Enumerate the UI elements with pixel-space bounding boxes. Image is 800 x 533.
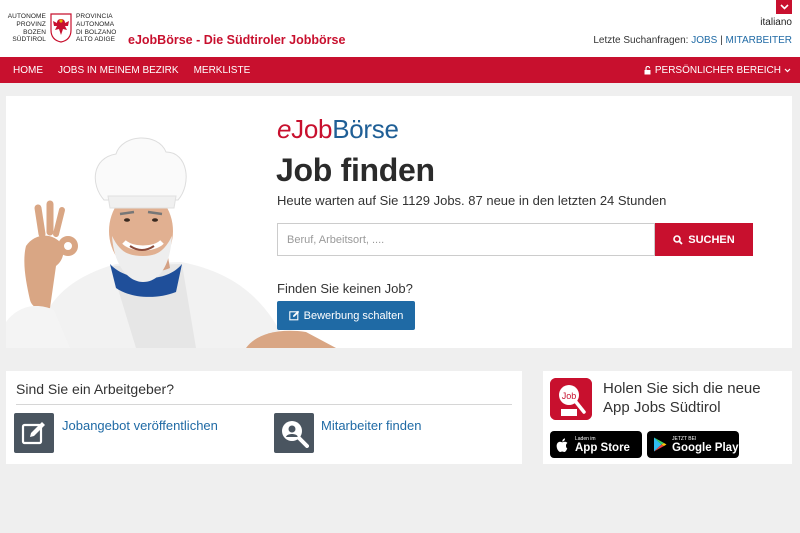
- app-icon-label: Job: [562, 391, 577, 401]
- jobs-count-subtitle: Heute warten auf Sie 1129 Jobs. 87 neue …: [277, 193, 667, 208]
- language-link[interactable]: italiano: [760, 17, 792, 28]
- publish-job-link[interactable]: Jobangebot veröffentlichen: [62, 418, 218, 433]
- logo-text-italian: PROVINCIA AUTONOMA DI BOLZANO ALTO ADIGE: [76, 13, 117, 44]
- chevron-down-icon: [784, 68, 791, 72]
- post-application-button[interactable]: Bewerbung schalten: [277, 301, 415, 330]
- search-button[interactable]: SUCHEN: [655, 223, 753, 256]
- recent-jobs-link[interactable]: JOBS: [691, 35, 717, 46]
- search-button-label: SUCHEN: [688, 233, 735, 246]
- site-header: AUTONOME PROVINZ BOZEN SÜDTIROL PROVINCI…: [0, 0, 800, 57]
- app-store-badge[interactable]: Laden im App Store: [550, 431, 642, 458]
- app-promo-text: Holen Sie sich die neue App Jobs Südtiro…: [603, 379, 761, 417]
- edit-icon: [21, 422, 45, 445]
- personal-area-menu[interactable]: PERSÖNLICHER BEREICH: [644, 57, 794, 83]
- google-play-icon: [654, 437, 667, 452]
- publish-job-icon[interactable]: [14, 413, 54, 453]
- unlock-icon: [644, 65, 651, 74]
- brand-job: Job: [291, 114, 333, 144]
- language-dropdown-toggle[interactable]: [776, 0, 792, 14]
- eagle-crest-icon: [50, 13, 72, 43]
- app-promo-line2: App Jobs Südtirol: [603, 399, 721, 416]
- brand-rest: Börse: [332, 114, 399, 144]
- app-promo-line1: Holen Sie sich die neue: [603, 380, 761, 397]
- find-employees-icon[interactable]: [274, 413, 314, 453]
- personal-area-label: PERSÖNLICHER BEREICH: [654, 64, 781, 76]
- edit-icon: [288, 310, 299, 321]
- recent-separator: |: [720, 35, 723, 46]
- job-search-hero: eJobBörse Job finden Heute warten auf Si…: [6, 96, 792, 348]
- google-play-badge[interactable]: JETZT BEI Google Play: [647, 431, 739, 458]
- employer-panel-title: Sind Sie ein Arbeitgeber?: [16, 381, 174, 397]
- logo-text-german: AUTONOME PROVINZ BOZEN SÜDTIROL: [7, 13, 46, 44]
- ejobboerse-logo: eJobBörse: [277, 114, 399, 145]
- employer-panel: Sind Sie ein Arbeitgeber? Jobangebot ver…: [6, 371, 522, 464]
- google-play-big: Google Play: [672, 441, 739, 454]
- search-input[interactable]: [277, 223, 655, 256]
- nav-item-home[interactable]: HOME: [13, 65, 43, 76]
- no-job-question: Finden Sie keinen Job?: [277, 281, 413, 296]
- post-application-label: Bewerbung schalten: [303, 309, 404, 322]
- jobs-app-icon[interactable]: Job: [550, 378, 592, 420]
- main-navigation: HOME JOBS IN MEINEM BEZIRK MERKLISTE PER…: [0, 57, 800, 83]
- site-title[interactable]: eJobBörse - Die Südtiroler Jobbörse: [128, 33, 345, 47]
- apple-icon: [556, 437, 568, 452]
- page-title: Job finden: [276, 152, 435, 188]
- nav-item-watchlist[interactable]: MERKLISTE: [194, 65, 251, 76]
- recent-employees-link[interactable]: MITARBEITER: [726, 35, 792, 46]
- user-search-icon: [282, 421, 309, 448]
- chevron-down-icon: [779, 4, 789, 10]
- divider: [16, 404, 512, 405]
- recent-searches-label: Letzte Suchanfragen:: [593, 35, 689, 46]
- brand-e: e: [277, 114, 292, 144]
- app-store-big: App Store: [575, 441, 630, 454]
- search-icon: [673, 234, 683, 245]
- app-promo-panel: Job Holen Sie sich die neue App Jobs Süd…: [543, 371, 792, 464]
- find-employees-link[interactable]: Mitarbeiter finden: [321, 418, 421, 433]
- province-logo[interactable]: AUTONOME PROVINZ BOZEN SÜDTIROL PROVINCI…: [6, 13, 120, 44]
- recent-searches: Letzte Suchanfragen: JOBS | MITARBEITER: [593, 35, 792, 46]
- nav-item-jobs-in-district[interactable]: JOBS IN MEINEM BEZIRK: [58, 65, 179, 76]
